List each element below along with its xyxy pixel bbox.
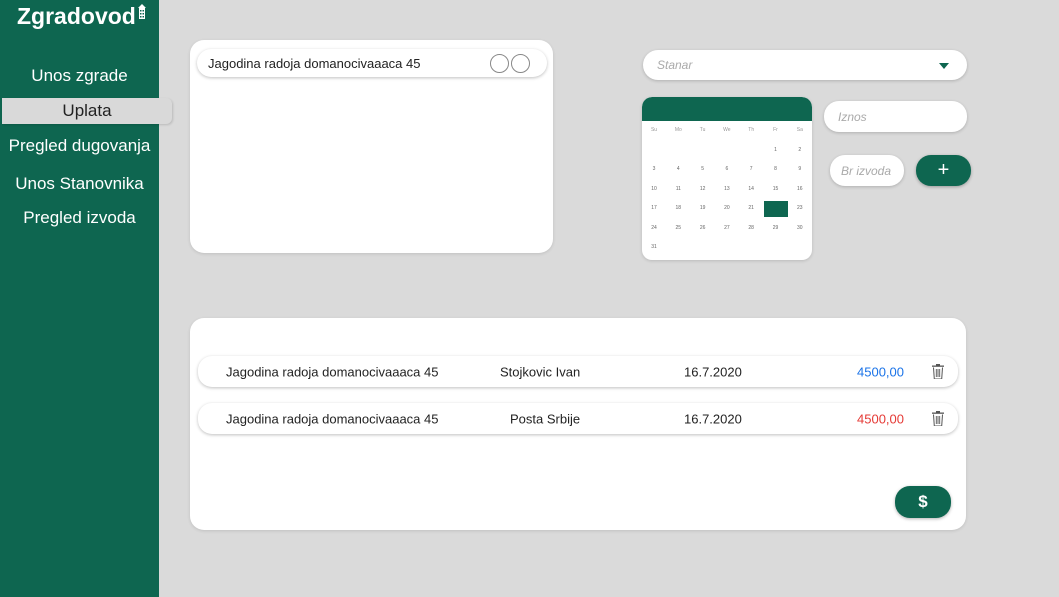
row-payer: Stojkovic Ivan [500, 364, 581, 379]
pay-button[interactable]: $ [895, 486, 951, 518]
calendar-day[interactable]: 12 [691, 180, 715, 199]
calendar-day[interactable]: 7 [739, 160, 763, 179]
calendar-day[interactable]: 13 [715, 180, 739, 199]
row-date: 16.7.2020 [684, 364, 742, 379]
calendar-day[interactable]: 31 [642, 238, 666, 257]
calendar-day[interactable]: 9 [788, 160, 812, 179]
calendar-day[interactable]: 15 [764, 180, 788, 199]
row-payer: Posta Srbije [510, 411, 581, 426]
calendar-day[interactable]: 2 [788, 141, 812, 160]
calendar-day[interactable]: 17 [642, 199, 666, 218]
calendar-weekday: Fr [773, 127, 778, 133]
sidebar-item-unos-zgrade[interactable]: Unos zgrade [0, 66, 159, 86]
calendar-weekday: Sa [796, 127, 803, 133]
calendar-day[interactable]: 28 [739, 219, 763, 238]
building-list-item[interactable]: Jagodina radoja domanocivaaaca 45 [197, 49, 547, 77]
radio-option-1[interactable] [490, 54, 509, 73]
calendar-weekday: We [723, 127, 731, 133]
building-icon [137, 4, 146, 19]
trash-icon[interactable] [932, 364, 944, 379]
building-list-card: Jagodina radoja domanocivaaaca 45 [190, 40, 553, 253]
calendar-day[interactable]: 27 [715, 219, 739, 238]
calendar-weekday: Mo [674, 127, 682, 133]
sidebar-item-unos-stanovnika[interactable]: Unos Stanovnika [0, 174, 159, 194]
calendar-day[interactable]: 14 [739, 180, 763, 199]
calendar-weekday: Su [650, 127, 658, 133]
radio-option-2[interactable] [511, 54, 530, 73]
building-name: Jagodina radoja domanocivaaaca 45 [208, 56, 421, 71]
calendar-day[interactable]: 6 [715, 160, 739, 179]
calendar-day[interactable]: 21 [739, 199, 763, 218]
sidebar: Zgradovod Unos zgrade Uplata Pregled dug… [0, 0, 172, 597]
calendar-day[interactable]: 19 [691, 199, 715, 218]
resident-placeholder: Stanar [657, 58, 693, 72]
sidebar-item-uplata[interactable]: Uplata [2, 98, 172, 124]
calendar-day[interactable]: 23 [788, 199, 812, 218]
amount-placeholder: Iznos [838, 109, 867, 124]
calendar-day[interactable]: 20 [715, 199, 739, 218]
statement-number-input[interactable]: Br izvoda [830, 155, 904, 186]
table-row[interactable]: Jagodina radoja domanocivaaaca 45 Stojko… [198, 356, 958, 387]
calendar-day[interactable]: 11 [666, 180, 690, 199]
calendar-day[interactable]: 4 [666, 160, 690, 179]
calendar-day[interactable]: 26 [691, 219, 715, 238]
calendar-day[interactable]: 30 [788, 219, 812, 238]
dollar-icon: $ [918, 492, 928, 511]
amount-input[interactable]: Iznos [824, 101, 967, 132]
calendar-weekday: Th [748, 127, 755, 133]
calendar-day[interactable]: 1 [764, 141, 788, 160]
plus-icon: + [937, 159, 950, 181]
date-picker[interactable]: Su Mo Tu We Th Fr Sa 1 2 3 4 5 6 7 8 9 10 11 12 13 14 15 16 17 1… [642, 97, 812, 260]
app-logo: Zgradovod [17, 3, 147, 30]
calendar-day[interactable]: 3 [642, 160, 666, 179]
dropdown-arrow-icon [939, 63, 949, 69]
calendar-day[interactable]: 18 [666, 199, 690, 218]
resident-select[interactable]: Stanar [643, 50, 967, 80]
calendar-day[interactable]: 24 [642, 219, 666, 238]
row-amount: 4500,00 [857, 411, 904, 426]
statement-placeholder: Br izvoda [841, 163, 892, 178]
calendar-day[interactable]: 29 [764, 219, 788, 238]
calendar-weekday: Tu [699, 127, 706, 133]
table-row[interactable]: Jagodina radoja domanocivaaaca 45 Posta … [198, 403, 958, 434]
sidebar-item-pregled-dugovanja[interactable]: Pregled dugovanja [0, 136, 159, 156]
calendar-day[interactable]: 25 [666, 219, 690, 238]
calendar-header [642, 97, 812, 121]
calendar-day[interactable]: 5 [691, 160, 715, 179]
row-building: Jagodina radoja domanocivaaaca 45 [226, 411, 439, 426]
calendar-day[interactable]: 8 [764, 160, 788, 179]
calendar-day[interactable]: 16 [788, 180, 812, 199]
trash-icon[interactable] [932, 411, 944, 426]
app-title: Zgradovod [17, 3, 136, 29]
calendar-day[interactable]: 10 [642, 180, 666, 199]
sidebar-item-pregled-izvoda[interactable]: Pregled izvoda [0, 208, 159, 228]
calendar-day-selected[interactable]: 22 [763, 200, 788, 217]
row-date: 16.7.2020 [684, 411, 742, 426]
payments-card: Jagodina radoja domanocivaaaca 45 Stojko… [190, 318, 966, 530]
row-amount: 4500,00 [857, 364, 904, 379]
row-building: Jagodina radoja domanocivaaaca 45 [226, 364, 439, 379]
add-button[interactable]: + [916, 155, 971, 186]
